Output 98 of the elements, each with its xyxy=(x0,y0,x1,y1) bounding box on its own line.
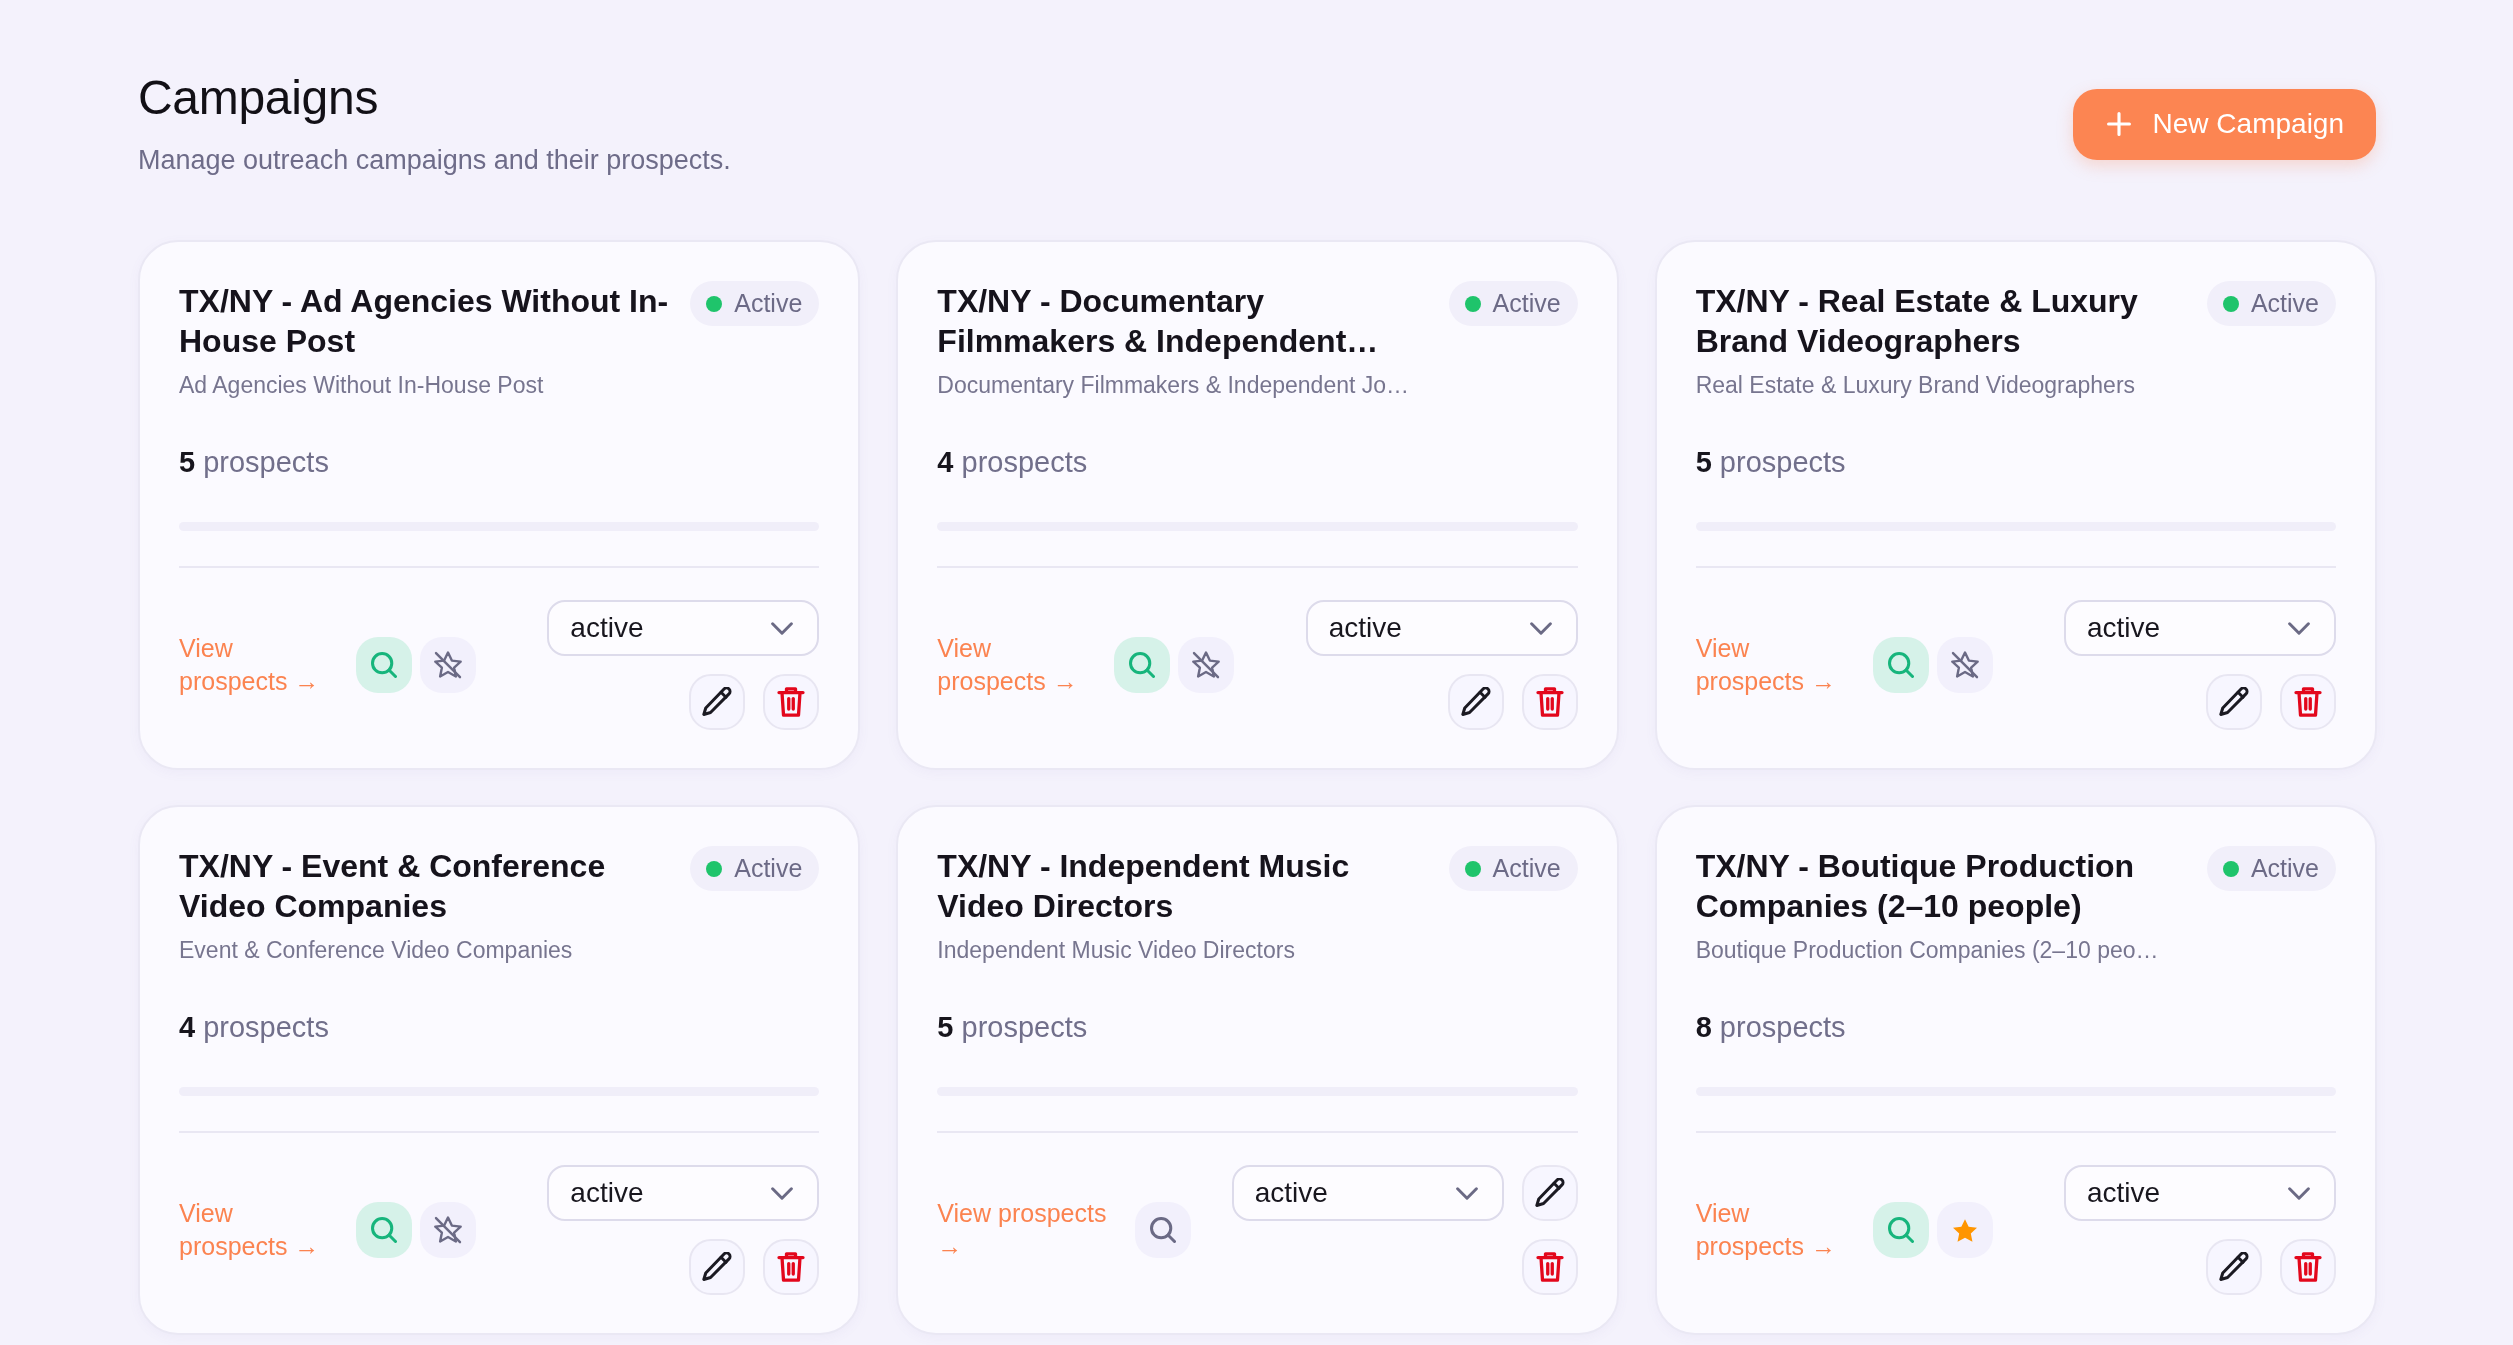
chevron-down-icon xyxy=(771,621,794,635)
campaign-title: TX/NY - Event & Conference Video Companies xyxy=(179,847,607,926)
status-select[interactable]: active xyxy=(2064,600,2336,656)
chevron-down-icon xyxy=(1455,1186,1478,1200)
prospect-count: 4 prospects xyxy=(179,1010,330,1045)
status-dot-icon xyxy=(1464,295,1481,312)
crossed-star-icon xyxy=(433,651,462,679)
crossed-star-icon xyxy=(433,1216,462,1244)
campaign-title: TX/NY - Boutique Production Companies (2–10 people) xyxy=(1695,847,2136,926)
delete-button[interactable] xyxy=(1521,674,1578,730)
page-title: Campaigns xyxy=(138,70,380,126)
pencil-icon xyxy=(1460,687,1491,717)
search-button[interactable] xyxy=(1872,1202,1929,1258)
chevron-down-icon xyxy=(2288,1186,2310,1200)
view-prospects-link[interactable]: View prospects → xyxy=(1695,1197,1849,1263)
campaign-subtitle: Event & Conference Video Companies xyxy=(179,936,574,965)
status-select[interactable]: active xyxy=(1231,1165,1504,1221)
new-campaign-button[interactable]: New Campaign xyxy=(2072,88,2376,160)
search-icon xyxy=(1129,652,1156,678)
delete-button[interactable] xyxy=(763,1239,820,1295)
star-button[interactable] xyxy=(1936,1202,1993,1258)
edit-button[interactable] xyxy=(2206,674,2262,730)
delete-button[interactable] xyxy=(2280,674,2336,730)
trash-icon xyxy=(2294,687,2322,717)
edit-button[interactable] xyxy=(1447,674,1504,730)
pencil-icon xyxy=(702,1252,733,1282)
pencil-icon xyxy=(1534,1178,1565,1208)
status-dot-icon xyxy=(1464,860,1481,877)
edit-button[interactable] xyxy=(689,1239,746,1295)
campaign-title: TX/NY - Documentary Filmmakers & Independent… xyxy=(937,282,1380,361)
campaign-subtitle: Boutique Production Companies (2–10 peo… xyxy=(1695,936,2160,965)
campaign-subtitle: Ad Agencies Without In-House Post xyxy=(179,371,545,400)
search-button[interactable] xyxy=(1114,637,1171,693)
page-subtitle: Manage outreach campaigns and their prospects. xyxy=(138,144,731,177)
trash-icon xyxy=(1535,687,1564,717)
status-select[interactable]: active xyxy=(547,600,820,656)
status-select[interactable]: active xyxy=(547,1165,820,1221)
delete-button[interactable] xyxy=(763,674,820,730)
campaign-title: TX/NY - Real Estate & Luxury Brand Videographers xyxy=(1695,282,2139,361)
star-icon xyxy=(1952,1218,1977,1242)
edit-button[interactable] xyxy=(2206,1239,2262,1295)
search-icon xyxy=(1887,1217,1914,1243)
star-button[interactable] xyxy=(1936,637,1993,693)
view-prospects-link[interactable]: View prospects → xyxy=(937,632,1091,698)
status-dot-icon xyxy=(706,860,723,877)
star-button[interactable] xyxy=(1178,637,1235,693)
status-label: Active xyxy=(2250,289,2319,318)
campaign-subtitle: Documentary Filmmakers & Independent Jo… xyxy=(937,371,1411,400)
view-prospects-link[interactable]: View prospects → xyxy=(937,1197,1111,1263)
delete-button[interactable] xyxy=(1521,1239,1578,1295)
trash-icon xyxy=(777,1252,806,1282)
status-dot-icon xyxy=(706,295,723,312)
prospect-count: 5 prospects xyxy=(1695,445,1847,480)
prospect-count: 4 prospects xyxy=(937,445,1089,480)
prospect-count: 5 prospects xyxy=(937,1010,1089,1045)
edit-button[interactable] xyxy=(1521,1165,1578,1221)
view-prospects-link[interactable]: View prospects → xyxy=(179,1197,332,1263)
campaign-title: TX/NY - Independent Music Video Directors xyxy=(937,847,1351,926)
crossed-star-icon xyxy=(1950,651,1979,679)
status-dot-icon xyxy=(2222,295,2239,312)
status-label: Active xyxy=(1492,289,1561,318)
prospect-count: 5 prospects xyxy=(179,445,330,480)
trash-icon xyxy=(777,687,806,717)
chevron-down-icon xyxy=(1529,621,1552,635)
status-label: Active xyxy=(734,854,803,883)
trash-icon xyxy=(1535,1252,1564,1282)
status-select[interactable]: active xyxy=(1305,600,1578,656)
search-button[interactable] xyxy=(355,1202,412,1258)
prospect-count: 8 prospects xyxy=(1695,1010,1847,1045)
pencil-icon xyxy=(702,687,733,717)
status-select[interactable]: active xyxy=(2064,1165,2336,1221)
view-prospects-link[interactable]: View prospects → xyxy=(1695,632,1849,698)
star-button[interactable] xyxy=(419,1202,476,1258)
status-label: Active xyxy=(734,289,803,318)
campaign-subtitle: Independent Music Video Directors xyxy=(937,936,1296,965)
search-button[interactable] xyxy=(355,637,412,693)
pencil-icon xyxy=(2219,1252,2249,1282)
status-label: Active xyxy=(1492,854,1561,883)
campaign-subtitle: Real Estate & Luxury Brand Videographers xyxy=(1695,371,2137,400)
search-icon xyxy=(370,652,397,678)
search-icon xyxy=(1887,652,1914,678)
search-icon xyxy=(370,1217,397,1243)
search-button[interactable] xyxy=(1872,637,1929,693)
trash-icon xyxy=(2294,1252,2322,1282)
status-dot-icon xyxy=(2222,860,2239,877)
edit-button[interactable] xyxy=(689,674,746,730)
view-prospects-link[interactable]: View prospects → xyxy=(179,632,332,698)
delete-button[interactable] xyxy=(2280,1239,2336,1295)
chevron-down-icon xyxy=(771,1186,794,1200)
star-button[interactable] xyxy=(419,637,476,693)
crossed-star-icon xyxy=(1192,651,1221,679)
search-icon xyxy=(1149,1217,1176,1243)
pencil-icon xyxy=(2219,687,2249,717)
plus-icon xyxy=(2106,112,2131,136)
campaign-title: TX/NY - Ad Agencies Without In-House Post xyxy=(179,282,670,361)
chevron-down-icon xyxy=(2288,621,2310,635)
status-label: Active xyxy=(2250,854,2319,883)
search-button[interactable] xyxy=(1134,1202,1191,1258)
